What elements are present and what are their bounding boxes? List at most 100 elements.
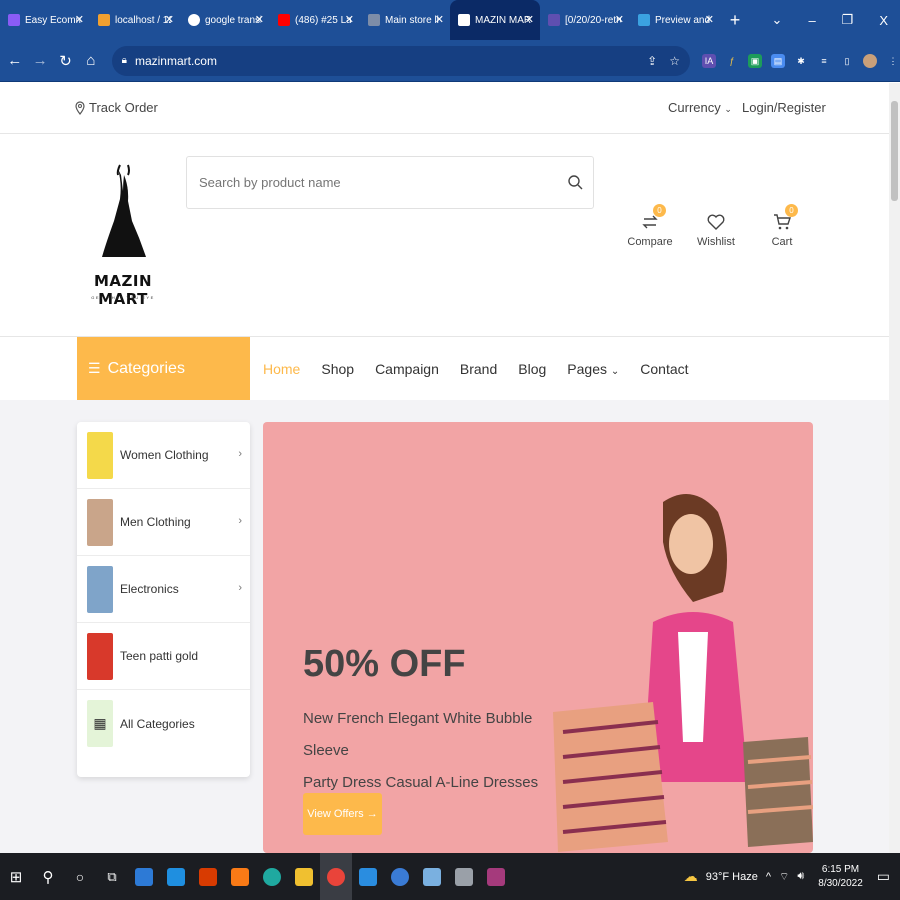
banner-model-image <box>553 494 813 852</box>
nav-item-blog[interactable]: Blog <box>518 361 546 377</box>
extension-font-icon[interactable]: ƒ <box>725 54 739 68</box>
browser-tab[interactable]: Preview and d✕ <box>630 0 720 40</box>
scrollbar-thumb[interactable] <box>891 101 898 201</box>
wishlist-label: Wishlist <box>697 236 735 248</box>
categories-label: Categories <box>107 359 185 377</box>
nav-item-contact[interactable]: Contact <box>640 361 688 377</box>
track-order-link[interactable]: Track Order <box>75 100 158 115</box>
side-panel-icon[interactable]: ▯ <box>840 54 854 68</box>
tab-title: Main store li <box>385 14 439 26</box>
clock[interactable]: 6:15 PM 8/30/2022 <box>818 863 863 891</box>
close-tab-icon[interactable]: ✕ <box>165 13 174 26</box>
home-icon[interactable]: ⌂ <box>80 52 101 69</box>
notes-app-icon[interactable] <box>416 853 448 900</box>
browser-tab[interactable]: Main store li ✕ <box>360 0 450 40</box>
browser-tab[interactable]: (486) #25 Lar ✕ <box>270 0 360 40</box>
office-app-icon[interactable] <box>192 853 224 900</box>
close-tab-icon[interactable]: ✕ <box>345 13 354 26</box>
weather-icon[interactable]: ☁ <box>684 868 698 885</box>
notification-icon[interactable]: ▭ <box>877 868 890 885</box>
weather-text[interactable]: 93°F Haze <box>706 871 758 883</box>
tab-search-icon[interactable]: ⌄ <box>772 12 783 28</box>
windows-start-icon[interactable]: ⊞ <box>0 853 32 900</box>
tray-overflow-icon[interactable]: ^ <box>766 871 771 883</box>
logo-tagline: GET WHAT YOU EYE <box>91 295 155 300</box>
forward-icon[interactable]: → <box>29 52 50 69</box>
xampp-app-icon[interactable] <box>224 853 256 900</box>
extension-docs-icon[interactable]: ▤ <box>770 53 785 68</box>
extensions-puzzle-icon[interactable]: ✱ <box>794 54 808 68</box>
file-explorer-icon[interactable] <box>288 853 320 900</box>
browser-tab-active[interactable]: MAZIN MART ✕ <box>450 0 540 40</box>
minimize-button[interactable]: – <box>808 13 815 28</box>
close-tab-icon[interactable]: ✕ <box>525 13 534 26</box>
tab-favicon-icon <box>188 14 200 26</box>
volume-icon[interactable]: 🔊︎ <box>797 870 804 883</box>
tab-favicon-icon <box>458 14 470 26</box>
compare-button[interactable]: 0 Compare <box>625 204 675 248</box>
category-label: Women Clothing <box>120 448 209 462</box>
category-item[interactable]: ▦ All Categories <box>77 690 250 757</box>
close-tab-icon[interactable]: ✕ <box>75 13 84 26</box>
category-item[interactable]: Women Clothing › <box>77 422 250 489</box>
search-box <box>186 156 594 209</box>
system-tray: ☁ 93°F Haze ^ ⌔ 🔊︎ 6:15 PM 8/30/2022 ▭ <box>684 853 890 900</box>
nav-item-campaign[interactable]: Campaign <box>375 361 439 377</box>
task-view-icon[interactable]: ⧉ <box>96 853 128 900</box>
store-app-icon[interactable] <box>128 853 160 900</box>
edge-app-icon[interactable] <box>256 853 288 900</box>
category-thumbnail <box>87 565 113 613</box>
search-icon[interactable] <box>567 174 583 193</box>
mail-app-icon[interactable] <box>160 853 192 900</box>
extension-ia-icon[interactable]: IA <box>701 53 716 68</box>
browser-menu-icon[interactable]: ⋮ <box>886 54 900 68</box>
tool-app-icon[interactable] <box>448 853 480 900</box>
categories-button[interactable]: ☰ Categories <box>77 337 250 400</box>
login-register-link[interactable]: Login/Register <box>742 100 826 115</box>
search-icon[interactable]: ⚲ <box>32 853 64 900</box>
extension-green-icon[interactable]: ▣ <box>747 53 762 68</box>
reload-icon[interactable]: ↻ <box>55 52 76 70</box>
browser-toolbar: ← → ↻ ⌂ 🔒︎ mazinmart.com ⇪ ☆ IA ƒ ▣ ▤ ✱ … <box>0 40 900 82</box>
cart-button[interactable]: 0 Cart <box>757 204 807 248</box>
lock-icon[interactable]: 🔒︎ <box>122 55 127 66</box>
track-order-label: Track Order <box>89 100 158 115</box>
nav-item-pages[interactable]: Pages ⌄ <box>567 361 619 377</box>
close-tab-icon[interactable]: ✕ <box>615 13 624 26</box>
tab-title: localhost / 127 <box>115 14 171 26</box>
share-icon[interactable]: ⇪ <box>647 54 657 68</box>
nav-item-brand[interactable]: Brand <box>460 361 497 377</box>
close-tab-icon[interactable]: ✕ <box>705 13 714 26</box>
new-tab-button[interactable]: + <box>724 10 746 31</box>
browser-tab[interactable]: [0/20/20-retro ✕ <box>540 0 630 40</box>
app-icon[interactable] <box>384 853 416 900</box>
close-tab-icon[interactable]: ✕ <box>255 13 264 26</box>
currency-dropdown[interactable]: Currency ⌄ <box>668 100 732 115</box>
chrome-app-icon[interactable] <box>320 853 352 900</box>
category-item[interactable]: Teen patti gold <box>77 623 250 690</box>
reading-list-icon[interactable]: ≡ <box>817 54 831 68</box>
nav-item-pages-label: Pages <box>567 360 607 377</box>
search-input[interactable] <box>199 175 559 190</box>
browser-tab[interactable]: google translate✕ <box>180 0 270 40</box>
profile-avatar[interactable] <box>862 53 877 68</box>
vscode-app-icon[interactable] <box>352 853 384 900</box>
winrar-app-icon[interactable] <box>480 853 512 900</box>
cortana-icon[interactable]: ○ <box>64 853 96 900</box>
nav-item-shop[interactable]: Shop <box>321 361 354 377</box>
browser-tab[interactable]: localhost / 127✕ <box>90 0 180 40</box>
nav-item-home[interactable]: Home <box>263 361 300 377</box>
back-icon[interactable]: ← <box>4 52 25 69</box>
network-icon[interactable]: ⌔ <box>779 870 789 884</box>
address-bar[interactable]: 🔒︎ mazinmart.com ⇪ ☆ <box>111 45 690 76</box>
category-item[interactable]: Men Clothing › <box>77 489 250 556</box>
maximize-button[interactable]: ❐ <box>842 12 854 28</box>
browser-tab[interactable]: Easy Ecommerce✕ <box>0 0 90 40</box>
close-tab-icon[interactable]: ✕ <box>435 13 444 26</box>
bookmark-star-icon[interactable]: ☆ <box>669 54 680 68</box>
view-offers-button[interactable]: View Offers → <box>303 793 382 835</box>
close-window-button[interactable]: X <box>879 13 888 28</box>
wishlist-button[interactable]: Wishlist <box>691 208 741 248</box>
page-scrollbar[interactable] <box>889 83 900 853</box>
category-item[interactable]: Electronics › <box>77 556 250 623</box>
